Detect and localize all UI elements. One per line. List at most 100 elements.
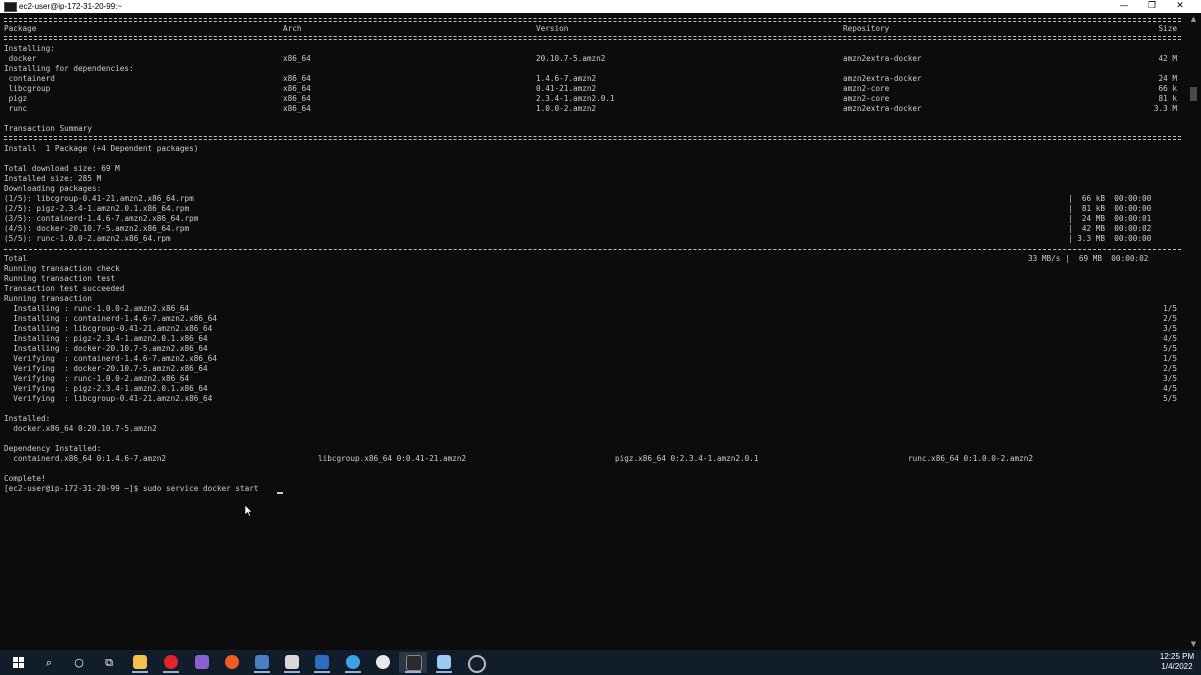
search-icon: ⌕ (45, 656, 53, 669)
download-stats: | 66 kB 00:00:00 (1068, 194, 1152, 203)
download-file: (2/5): pigz-2.3.4-1.amzn2.0.1.x86_64.rpm (4, 204, 190, 213)
dep-size: 3.3 M (1153, 104, 1177, 113)
total-stats: 33 MB/s | 69 MB 00:00:02 (1028, 254, 1149, 263)
mouse-pointer-icon (245, 505, 253, 517)
taskbar-app-postman[interactable] (218, 652, 246, 673)
search-button[interactable]: ⌕ (35, 652, 63, 673)
transaction-line: Running transaction check (4, 264, 120, 273)
download-stats: | 24 MB 00:00:01 (1068, 214, 1152, 223)
header-version: Version (536, 24, 569, 33)
step-count: 1/5 (1163, 304, 1177, 313)
divider (4, 36, 1181, 40)
running-indicator (436, 671, 452, 673)
download-file: (4/5): docker-20.10.7-5.amzn2.x86_64.rpm (4, 224, 190, 233)
unity-icon (285, 655, 299, 669)
dep-repo: amzn2-core (843, 94, 890, 103)
taskbar-app-visual-studio[interactable] (188, 652, 216, 673)
system-clock[interactable]: 12:25 PM 1/4/2022 (1157, 652, 1197, 672)
total-download-size: Total download size: 69 M (4, 164, 120, 173)
package-repo: amzn2extra-docker (843, 54, 922, 63)
scroll-up-arrow-icon[interactable]: ▲ (1186, 13, 1201, 25)
total-label: Total (4, 254, 28, 263)
step-count: 2/5 (1163, 314, 1177, 323)
dep-arch: x86_64 (283, 84, 311, 93)
running-indicator (314, 671, 330, 673)
terminal-output[interactable]: Package Arch Version Repository Size Ins… (0, 13, 1186, 650)
taskbar-app-slack[interactable] (369, 652, 397, 673)
scroll-down-arrow-icon[interactable]: ▼ (1186, 638, 1201, 650)
window-title: ec2-user@ip-172-31-20-99:~ (19, 2, 123, 11)
maximize-button[interactable]: ❐ (1138, 0, 1166, 13)
start-button[interactable] (5, 652, 33, 673)
taskbar-app-terminal[interactable] (399, 652, 427, 673)
package-arch: x86_64 (283, 54, 311, 63)
dependency-installed-item: containerd.x86_64 0:1.4.6-7.amzn2 (4, 454, 166, 463)
installed-package: docker.x86_64 0:20.10.7-5.amzn2 (4, 424, 157, 433)
step-line: Verifying : pigz-2.3.4-1.amzn2.0.1.x86_6… (4, 384, 208, 393)
package-name: docker (4, 54, 37, 63)
step-line: Verifying : libcgroup-0.41-21.amzn2.x86_… (4, 394, 213, 403)
download-stats: | 3.3 MB 00:00:00 (1068, 234, 1152, 243)
divider (4, 249, 1181, 250)
dep-name: pigz (4, 94, 28, 103)
step-line: Verifying : runc-1.0.0-2.amzn2.x86_64 (4, 374, 190, 383)
cortana-icon: ○ (74, 656, 84, 669)
download-file: (3/5): containerd-1.4.6-7.amzn2.x86_64.r… (4, 214, 199, 223)
scrollbar-thumb[interactable] (1190, 87, 1197, 101)
title-bar: ec2-user@ip-172-31-20-99:~ — ❐ ✕ (0, 0, 1201, 13)
slack-icon (376, 655, 390, 669)
text-cursor (277, 492, 283, 494)
step-count: 5/5 (1163, 394, 1177, 403)
package-version: 20.10.7-5.amzn2 (536, 54, 606, 63)
installing-label: Installing: (4, 44, 55, 53)
windows-start-icon (13, 657, 24, 668)
task-view-button[interactable]: ⧉ (95, 652, 123, 673)
minimize-button[interactable]: — (1110, 0, 1138, 13)
dep-size: 66 k (1158, 84, 1177, 93)
taskbar-app-browser[interactable] (339, 652, 367, 673)
network-icon (255, 655, 269, 669)
dep-size: 81 k (1158, 94, 1177, 103)
installed-size: Installed size: 285 M (4, 174, 102, 183)
command-prompt[interactable]: [ec2-user@ip-172-31-20-99 ~]$ sudo servi… (4, 484, 259, 494)
header-repository: Repository (843, 24, 890, 33)
chrome-icon (468, 655, 486, 673)
deps-label: Installing for dependencies: (4, 64, 134, 73)
running-indicator (284, 671, 300, 673)
file-explorer-icon (133, 655, 147, 669)
clock-date: 1/4/2022 (1161, 662, 1193, 671)
clock-time: 12:25 PM (1159, 652, 1195, 661)
complete-message: Complete! (4, 474, 46, 483)
step-count: 4/5 (1163, 384, 1177, 393)
divider (4, 18, 1181, 22)
transaction-line: Transaction test succeeded (4, 284, 125, 293)
step-line: Installing : pigz-2.3.4-1.amzn2.0.1.x86_… (4, 334, 208, 343)
taskbar-app-opera[interactable] (157, 652, 185, 673)
opera-icon (164, 655, 178, 669)
package-size: 42 M (1158, 54, 1177, 63)
dep-version: 0.41-21.amzn2 (536, 84, 597, 93)
close-button[interactable]: ✕ (1166, 0, 1194, 13)
taskbar-app-powershell[interactable] (308, 652, 336, 673)
downloading-label: Downloading packages: (4, 184, 102, 193)
cortana-button[interactable]: ○ (65, 652, 93, 673)
step-count: 2/5 (1163, 364, 1177, 373)
taskbar-app-chrome[interactable] (461, 652, 489, 673)
taskbar-app-file-explorer[interactable] (126, 652, 154, 673)
dep-repo: amzn2-core (843, 84, 890, 93)
taskbar-app-notepad[interactable] (430, 652, 458, 673)
visual-studio-icon (195, 655, 209, 669)
step-line: Verifying : docker-20.10.7-5.amzn2.x86_6… (4, 364, 208, 373)
installed-label: Installed: (4, 414, 51, 423)
taskbar-app-network[interactable] (248, 652, 276, 673)
step-line: Installing : libcgroup-0.41-21.amzn2.x86… (4, 324, 213, 333)
taskbar-app-unity[interactable] (278, 652, 306, 673)
dep-arch: x86_64 (283, 74, 311, 83)
running-indicator (254, 671, 270, 673)
divider (4, 136, 1181, 140)
dependency-installed-item: runc.x86_64 0:1.0.0-2.amzn2 (908, 454, 1033, 463)
scrollbar[interactable]: ▲ ▼ (1186, 13, 1201, 650)
dependency-installed-label: Dependency Installed: (4, 444, 102, 453)
transaction-line: Running transaction (4, 294, 92, 303)
terminal-icon (406, 655, 422, 671)
